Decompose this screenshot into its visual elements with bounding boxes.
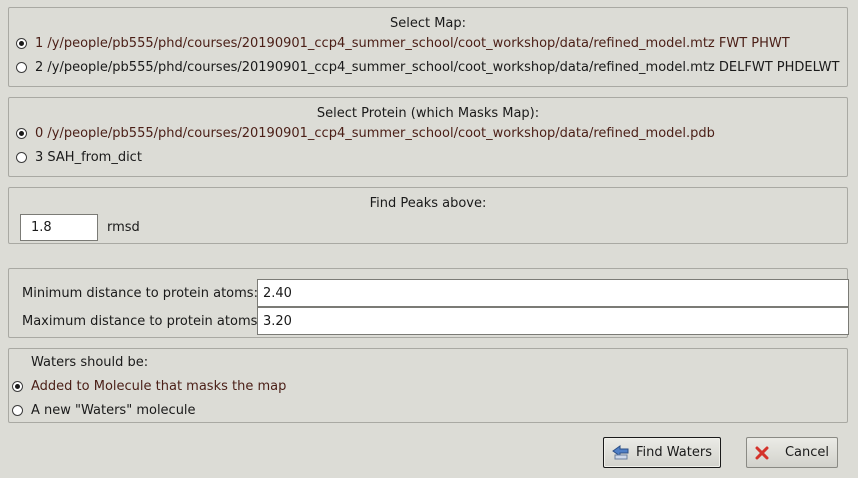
protein-option-3[interactable]: 3 SAH_from_dict (16, 150, 142, 165)
find-waters-label: Find Waters (636, 445, 712, 460)
radio-map-1[interactable] (16, 38, 27, 49)
select-map-frame: Select Map: 1 /y/people/pb555/phd/course… (8, 7, 848, 87)
waters-option-add[interactable]: Added to Molecule that masks the map (12, 379, 286, 394)
waters-option-add-label: Added to Molecule that masks the map (31, 379, 287, 394)
cancel-x-icon (755, 446, 769, 460)
find-waters-button[interactable]: Find Waters (603, 437, 721, 468)
map-option-1-label: 1 /y/people/pb555/phd/courses/20190901_c… (35, 36, 790, 51)
min-distance-label: Minimum distance to protein atoms: (22, 286, 258, 301)
select-map-title: Select Map: (389, 16, 467, 31)
peaks-rmsd-input[interactable]: 1.8 (20, 214, 98, 241)
max-distance-input[interactable]: 3.20 (257, 307, 849, 335)
protein-option-3-label: 3 SAH_from_dict (35, 150, 142, 165)
radio-protein-3[interactable] (16, 152, 27, 163)
waters-frame: Waters should be: Added to Molecule that… (8, 348, 848, 423)
map-option-2[interactable]: 2 /y/people/pb555/phd/courses/20190901_c… (16, 60, 839, 75)
radio-map-2[interactable] (16, 62, 27, 73)
distances-frame: Minimum distance to protein atoms: 2.40 … (8, 268, 849, 338)
radio-protein-0[interactable] (16, 128, 27, 139)
waters-option-new[interactable]: A new "Waters" molecule (12, 403, 196, 418)
max-distance-label: Maximum distance to protein atoms: (22, 314, 262, 329)
radio-waters-add[interactable] (12, 381, 23, 392)
rmsd-unit-label: rmsd (107, 220, 140, 235)
find-waters-icon (612, 445, 630, 460)
find-peaks-frame: Find Peaks above: 1.8 rmsd (8, 187, 848, 244)
map-option-2-label: 2 /y/people/pb555/phd/courses/20190901_c… (35, 60, 840, 75)
protein-option-0-label: 0 /y/people/pb555/phd/courses/20190901_c… (35, 126, 715, 141)
cancel-label: Cancel (784, 445, 830, 460)
waters-title: Waters should be: (31, 355, 149, 370)
protein-option-0[interactable]: 0 /y/people/pb555/phd/courses/20190901_c… (16, 126, 715, 141)
radio-waters-new[interactable] (12, 405, 23, 416)
find-peaks-title: Find Peaks above: (369, 196, 487, 211)
map-option-1[interactable]: 1 /y/people/pb555/phd/courses/20190901_c… (16, 36, 790, 51)
select-protein-frame: Select Protein (which Masks Map): 0 /y/p… (8, 97, 848, 177)
cancel-button[interactable]: Cancel (746, 437, 838, 468)
min-distance-input[interactable]: 2.40 (257, 279, 849, 307)
select-protein-title: Select Protein (which Masks Map): (316, 106, 540, 121)
waters-option-new-label: A new "Waters" molecule (31, 403, 196, 418)
